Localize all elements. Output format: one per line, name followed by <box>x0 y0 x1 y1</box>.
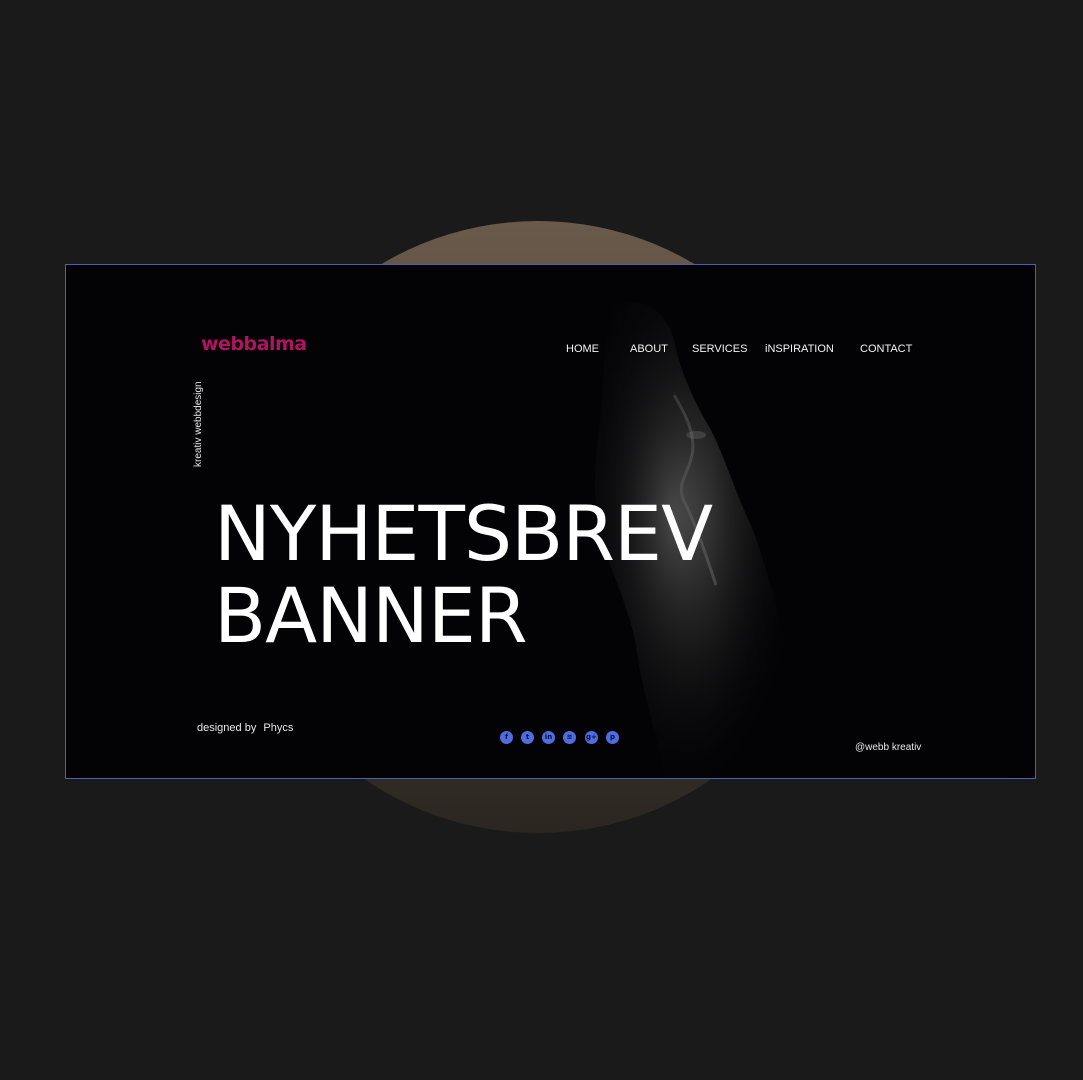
credit-prefix: designed by <box>197 722 257 734</box>
social-handle[interactable]: @webb kreativ <box>855 742 921 753</box>
google-plus-icon[interactable]: g+ <box>585 731 598 744</box>
linkedin-icon[interactable]: in <box>542 731 555 744</box>
hero-headline: NYHETSBREV BANNER <box>214 489 713 660</box>
brand-logo[interactable]: webbalma <box>201 333 307 355</box>
nav-item-home[interactable]: HOME <box>566 343 599 355</box>
nav-item-contact[interactable]: CONTACT <box>860 343 912 355</box>
hero-line-2: BANNER <box>214 571 528 660</box>
designer-credit: designed by Phycs <box>197 722 293 734</box>
nav-item-inspiration[interactable]: iNSPIRATION <box>765 343 834 355</box>
twitter-icon[interactable]: t <box>521 731 534 744</box>
nav-item-about[interactable]: ABOUT <box>630 343 668 355</box>
page-canvas: webbalma kreativ webbdesign HOME ABOUT S… <box>0 0 1083 1080</box>
hero-line-1: NYHETSBREV <box>214 489 713 578</box>
nav-item-services[interactable]: SERVICES <box>692 343 747 355</box>
credit-author: Phycs <box>263 722 294 734</box>
brand-tagline: kreativ webbdesign <box>193 381 204 467</box>
facebook-icon[interactable]: f <box>500 731 513 744</box>
rss-icon[interactable]: ≋ <box>563 731 576 744</box>
newsletter-banner: webbalma kreativ webbdesign HOME ABOUT S… <box>65 264 1036 779</box>
pinterest-icon[interactable]: p <box>606 731 619 744</box>
